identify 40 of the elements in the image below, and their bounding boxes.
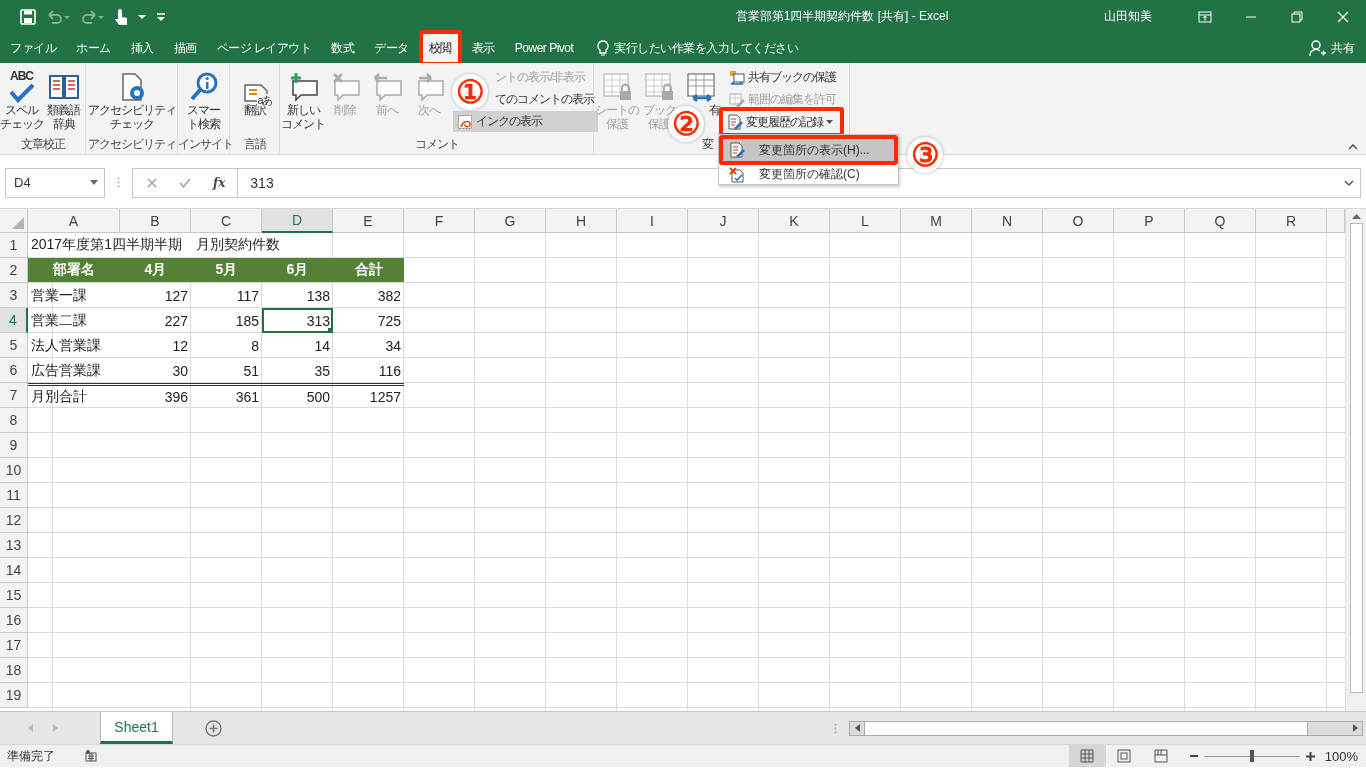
- table-cell-text: 12: [171, 336, 189, 356]
- table-cell-text: 14: [313, 336, 331, 356]
- group-label: アクセシビリティ: [87, 137, 176, 151]
- table-cell-text: 725: [376, 311, 402, 331]
- column-heading: 部署名: [28, 258, 120, 283]
- column-heading: 合計: [333, 258, 404, 283]
- table-cell: 1257: [333, 383, 404, 408]
- table-cell-text: 185: [234, 311, 260, 331]
- table-cell: 500: [262, 383, 333, 408]
- table-cell-text: 営業二課: [30, 310, 88, 330]
- table-cell-text: 34: [384, 336, 402, 356]
- table-cell-text: 広告営業課: [30, 360, 102, 380]
- table-cell: 313: [262, 308, 333, 333]
- table-cell: 361: [191, 383, 262, 408]
- window-title: 営業部第1四半期契約件数 [共有] - Excel: [734, 8, 950, 25]
- table-cell-text: 営業一課: [30, 285, 88, 305]
- status-text: 準備完了: [6, 747, 55, 765]
- column-heading: 6月: [262, 258, 333, 283]
- group-label: 変: [702, 137, 713, 151]
- icon-text: ABC: [10, 71, 33, 82]
- table-cell-text: 127: [163, 286, 189, 306]
- group-label: 言語: [243, 137, 266, 151]
- table-cell-text: 117: [235, 286, 260, 306]
- table-cell-text: 227: [163, 311, 189, 331]
- icon-text: aあ: [257, 94, 273, 106]
- table-cell-text: 138: [305, 286, 331, 306]
- table-cell-text: 35: [313, 361, 331, 381]
- column-heading: 5月: [191, 258, 262, 283]
- table-cell: 月別合計: [28, 383, 120, 408]
- table-cell-text: 51: [242, 361, 260, 381]
- table-cell-text: 116: [377, 361, 402, 381]
- table-cell-text: 法人営業課: [30, 335, 102, 355]
- table-cell: 396: [120, 383, 191, 408]
- column-heading: 4月: [120, 258, 191, 283]
- group-label: インサイト: [178, 137, 233, 151]
- table-cell-text: 30: [171, 361, 189, 381]
- group-label: コメント: [414, 137, 459, 151]
- table-cell-text: 382: [376, 286, 402, 306]
- group-label: 文章校正: [20, 137, 65, 151]
- table-cell-text: 8: [250, 336, 260, 356]
